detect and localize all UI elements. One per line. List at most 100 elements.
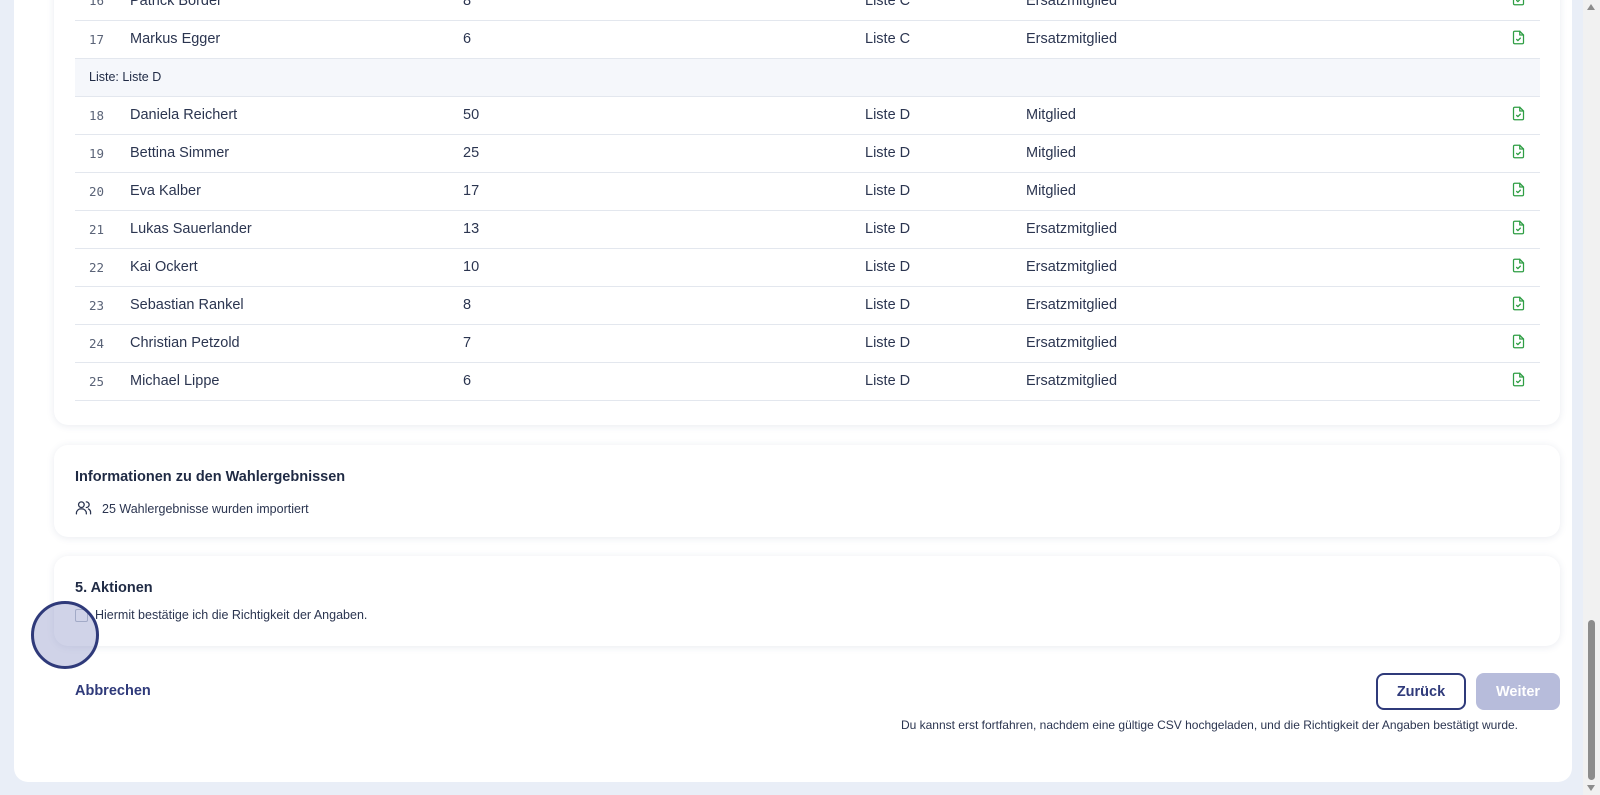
vote-count: 6 xyxy=(463,31,472,47)
users-icon xyxy=(75,499,92,519)
vote-count: 13 xyxy=(463,221,480,237)
group-row: Liste: Liste D xyxy=(75,58,1540,96)
file-check-icon[interactable] xyxy=(1511,0,1526,11)
row-number: 25 xyxy=(89,373,105,389)
info-card: Informationen zu den Wahlergebnissen 25 … xyxy=(54,445,1560,537)
file-check-icon[interactable] xyxy=(1511,219,1526,240)
table-row: 25 Michael Lippe 6 Liste D Ersatzmitglied xyxy=(75,362,1540,400)
table-row: 16 Patrick Border 8 Liste C Ersatzmitglied xyxy=(75,0,1540,20)
table-row: 22 Kai Ockert 10 Liste D Ersatzmitglied xyxy=(75,248,1540,286)
list-name: Liste D xyxy=(865,335,911,351)
row-action-cell xyxy=(1466,20,1540,58)
info-title: Informationen zu den Wahlergebnissen xyxy=(75,469,346,485)
row-number: 18 xyxy=(89,107,105,123)
list-name: Liste C xyxy=(865,0,911,9)
member-status: Mitglied xyxy=(1026,183,1076,199)
row-action-cell xyxy=(1466,172,1540,210)
actions-title: 5. Aktionen xyxy=(75,580,153,596)
row-action-cell xyxy=(1466,362,1540,400)
member-status: Ersatzmitglied xyxy=(1026,31,1118,47)
file-check-icon[interactable] xyxy=(1511,333,1526,354)
row-action-cell xyxy=(1466,248,1540,286)
row-action-cell xyxy=(1466,0,1540,20)
member-status: Ersatzmitglied xyxy=(1026,0,1118,9)
member-status: Ersatzmitglied xyxy=(1026,297,1118,313)
vote-count: 8 xyxy=(463,0,472,9)
table-row: 17 Markus Egger 6 Liste C Ersatzmitglied xyxy=(75,20,1540,58)
info-text: 25 Wahlergebnisse wurden importiert xyxy=(102,502,309,516)
table-row: 23 Sebastian Rankel 8 Liste D Ersatzmitglied xyxy=(75,286,1540,324)
results-table: 16 Patrick Border 8 Liste C Ersatzmitglied 17… xyxy=(75,0,1540,401)
row-number: 16 xyxy=(89,0,105,9)
file-check-icon[interactable] xyxy=(1511,371,1526,392)
group-label: Liste: Liste D xyxy=(89,70,162,84)
file-check-icon[interactable] xyxy=(1511,181,1526,202)
candidate-name: Eva Kalber xyxy=(130,183,201,199)
member-status: Mitglied xyxy=(1026,145,1076,161)
candidate-name: Michael Lippe xyxy=(130,373,220,389)
vote-count: 25 xyxy=(463,145,480,161)
member-status: Ersatzmitglied xyxy=(1026,259,1118,275)
candidate-name: Bettina Simmer xyxy=(130,145,230,161)
file-check-icon[interactable] xyxy=(1511,143,1526,164)
vote-count: 50 xyxy=(463,107,480,123)
list-name: Liste D xyxy=(865,145,911,161)
list-name: Liste D xyxy=(865,259,911,275)
list-name: Liste D xyxy=(865,221,911,237)
row-number: 20 xyxy=(89,183,105,199)
row-action-cell xyxy=(1466,134,1540,172)
vote-count: 10 xyxy=(463,259,480,275)
candidate-name: Kai Ockert xyxy=(130,259,198,275)
cancel-button[interactable]: Abbrechen xyxy=(75,683,151,699)
file-check-icon[interactable] xyxy=(1511,105,1526,126)
table-row: 21 Lukas Sauerlander 13 Liste D Ersatzmitgli… xyxy=(75,210,1540,248)
vote-count: 8 xyxy=(463,297,472,313)
actions-card: 5. Aktionen Hiermit bestätige ich die Ri… xyxy=(54,556,1560,646)
next-button[interactable]: Weiter xyxy=(1476,673,1560,710)
row-number: 21 xyxy=(89,221,105,237)
table-row: 18 Daniela Reichert 50 Liste D Mitglied xyxy=(75,96,1540,134)
table-row: 24 Christian Petzold 7 Liste D Ersatzmitglie… xyxy=(75,324,1540,362)
member-status: Ersatzmitglied xyxy=(1026,335,1118,351)
row-action-cell xyxy=(1466,96,1540,134)
candidate-name: Lukas Sauerlander xyxy=(130,221,252,237)
file-check-icon[interactable] xyxy=(1511,295,1526,316)
row-action-cell xyxy=(1466,324,1540,362)
page-scrollbar[interactable] xyxy=(1583,0,1600,795)
confirm-row[interactable]: Hiermit bestätige ich die Richtigkeit de… xyxy=(75,608,367,622)
candidate-name: Markus Egger xyxy=(130,31,221,47)
list-name: Liste D xyxy=(865,107,911,123)
page-container: 16 Patrick Border 8 Liste C Ersatzmitglied 17… xyxy=(14,0,1572,782)
member-status: Mitglied xyxy=(1026,107,1076,123)
vote-count: 6 xyxy=(463,373,472,389)
row-number: 24 xyxy=(89,335,105,351)
candidate-name: Daniela Reichert xyxy=(130,107,238,123)
list-name: Liste D xyxy=(865,297,911,313)
vote-count: 7 xyxy=(463,335,472,351)
file-check-icon[interactable] xyxy=(1511,257,1526,278)
scroll-up-icon[interactable] xyxy=(1587,4,1595,10)
row-action-cell xyxy=(1466,210,1540,248)
scroll-down-icon[interactable] xyxy=(1587,785,1595,791)
candidate-name: Patrick Border xyxy=(130,0,222,9)
checkbox-focus-ring xyxy=(31,601,99,669)
results-table-body: 16 Patrick Border 8 Liste C Ersatzmitglied 17… xyxy=(75,0,1540,400)
list-name: Liste C xyxy=(865,31,911,47)
member-status: Ersatzmitglied xyxy=(1026,221,1118,237)
row-number: 19 xyxy=(89,145,105,161)
candidate-name: Sebastian Rankel xyxy=(130,297,244,313)
list-name: Liste D xyxy=(865,373,911,389)
table-row: 20 Eva Kalber 17 Liste D Mitglied xyxy=(75,172,1540,210)
confirm-checkbox-label[interactable]: Hiermit bestätige ich die Richtigkeit de… xyxy=(95,608,367,622)
table-row: 19 Bettina Simmer 25 Liste D Mitglied xyxy=(75,134,1540,172)
vote-count: 17 xyxy=(463,183,480,199)
list-name: Liste D xyxy=(865,183,911,199)
scroll-thumb[interactable] xyxy=(1588,620,1595,780)
candidate-name: Christian Petzold xyxy=(130,335,240,351)
info-row: 25 Wahlergebnisse wurden importiert xyxy=(75,499,309,519)
results-card: 16 Patrick Border 8 Liste C Ersatzmitglied 17… xyxy=(54,0,1560,425)
proceed-hint: Du kannst erst fortfahren, nachdem eine … xyxy=(900,718,1518,732)
file-check-icon[interactable] xyxy=(1511,29,1526,50)
back-button[interactable]: Zurück xyxy=(1376,673,1466,710)
row-number: 23 xyxy=(89,297,105,313)
